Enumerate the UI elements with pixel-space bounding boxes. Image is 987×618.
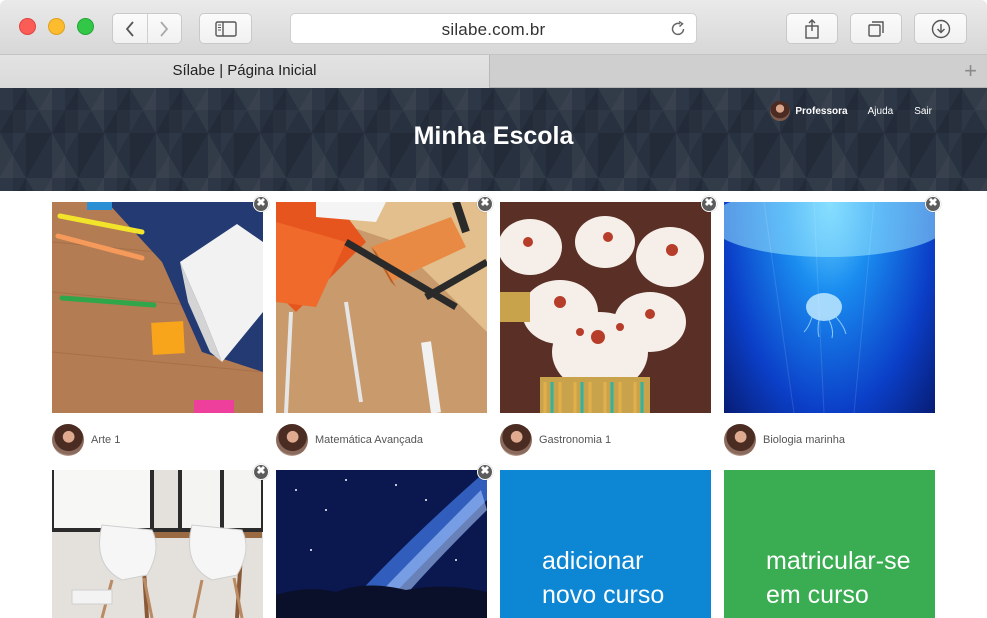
teacher-avatar bbox=[52, 424, 84, 456]
url-text: silabe.com.br bbox=[441, 20, 546, 39]
course-thumbnail[interactable] bbox=[52, 470, 263, 618]
navigation-buttons bbox=[112, 13, 182, 44]
remove-course-button[interactable]: ✖ bbox=[477, 464, 493, 480]
art-supplies-image bbox=[52, 202, 263, 413]
dining-room-image bbox=[52, 470, 263, 618]
tab-bar: Sílabe | Página Inicial + bbox=[0, 55, 987, 88]
math-desk-image bbox=[276, 202, 487, 413]
remove-course-button[interactable]: ✖ bbox=[253, 464, 269, 480]
cupcakes-image bbox=[500, 202, 711, 413]
page-title: Minha Escola bbox=[413, 122, 574, 150]
remove-course-button[interactable]: ✖ bbox=[477, 196, 493, 212]
remove-course-button[interactable]: ✖ bbox=[253, 196, 269, 212]
download-icon bbox=[931, 19, 950, 38]
course-name[interactable]: Matemática Avançada bbox=[315, 434, 423, 446]
logout-link[interactable]: Sair bbox=[914, 106, 932, 117]
sidebar-icon bbox=[214, 20, 237, 37]
course-thumbnail[interactable] bbox=[52, 202, 263, 413]
minimize-window-button[interactable] bbox=[48, 18, 65, 35]
tabs-icon bbox=[868, 20, 884, 37]
add-course-label: adicionar novo curso bbox=[542, 544, 664, 612]
forward-icon bbox=[160, 20, 169, 37]
course-thumbnail[interactable] bbox=[500, 202, 711, 413]
share-button[interactable] bbox=[786, 13, 838, 44]
enroll-course-tile[interactable]: matricular-se em curso bbox=[724, 470, 935, 618]
course-thumbnail[interactable] bbox=[276, 202, 487, 413]
downloads-button[interactable] bbox=[914, 13, 967, 44]
forward-button[interactable] bbox=[146, 14, 181, 43]
course-name[interactable]: Arte 1 bbox=[91, 434, 120, 446]
sidebar-button[interactable] bbox=[199, 13, 252, 44]
user-name-link[interactable]: Professora bbox=[795, 106, 847, 117]
course-caption: Biologia marinha bbox=[724, 424, 845, 456]
share-icon bbox=[805, 18, 819, 39]
course-name[interactable]: Gastronomia 1 bbox=[539, 434, 611, 446]
close-window-button[interactable] bbox=[19, 18, 36, 35]
enroll-course-line2: em curso bbox=[766, 581, 869, 609]
enroll-course-line1: matricular-se bbox=[766, 547, 911, 575]
teacher-avatar bbox=[276, 424, 308, 456]
user-nav: Professora Ajuda Sair bbox=[770, 101, 932, 121]
add-course-line1: adicionar bbox=[542, 547, 644, 575]
back-button[interactable] bbox=[113, 14, 147, 43]
jellyfish-image bbox=[724, 202, 935, 413]
user-avatar[interactable] bbox=[770, 101, 791, 121]
course-thumbnail[interactable] bbox=[276, 470, 487, 618]
night-sky-image bbox=[276, 470, 487, 618]
add-course-tile[interactable]: adicionar novo curso bbox=[500, 470, 711, 618]
teacher-avatar bbox=[500, 424, 532, 456]
help-link[interactable]: Ajuda bbox=[868, 106, 894, 117]
course-caption: Arte 1 bbox=[52, 424, 120, 456]
tab-active[interactable]: Sílabe | Página Inicial bbox=[0, 55, 490, 88]
tab-title: Sílabe | Página Inicial bbox=[172, 62, 317, 79]
zoom-window-button[interactable] bbox=[77, 18, 94, 35]
course-caption: Matemática Avançada bbox=[276, 424, 423, 456]
remove-course-button[interactable]: ✖ bbox=[925, 196, 941, 212]
browser-toolbar: silabe.com.br bbox=[0, 0, 987, 55]
remove-course-button[interactable]: ✖ bbox=[701, 196, 717, 212]
reload-icon bbox=[671, 20, 685, 36]
site-header: Minha Escola Professora Ajuda Sair bbox=[0, 88, 987, 191]
teacher-avatar bbox=[724, 424, 756, 456]
reload-button[interactable] bbox=[669, 20, 687, 43]
course-name[interactable]: Biologia marinha bbox=[763, 434, 845, 446]
browser-window: silabe.com.br Sílabe | Página Inicial + … bbox=[0, 0, 987, 618]
show-tabs-button[interactable] bbox=[850, 13, 902, 44]
enroll-course-label: matricular-se em curso bbox=[766, 544, 910, 612]
course-caption: Gastronomia 1 bbox=[500, 424, 611, 456]
back-icon bbox=[125, 20, 134, 37]
new-tab-button[interactable]: + bbox=[964, 60, 977, 82]
address-bar[interactable]: silabe.com.br bbox=[290, 13, 697, 44]
add-course-line2: novo curso bbox=[542, 581, 665, 609]
course-thumbnail[interactable] bbox=[724, 202, 935, 413]
